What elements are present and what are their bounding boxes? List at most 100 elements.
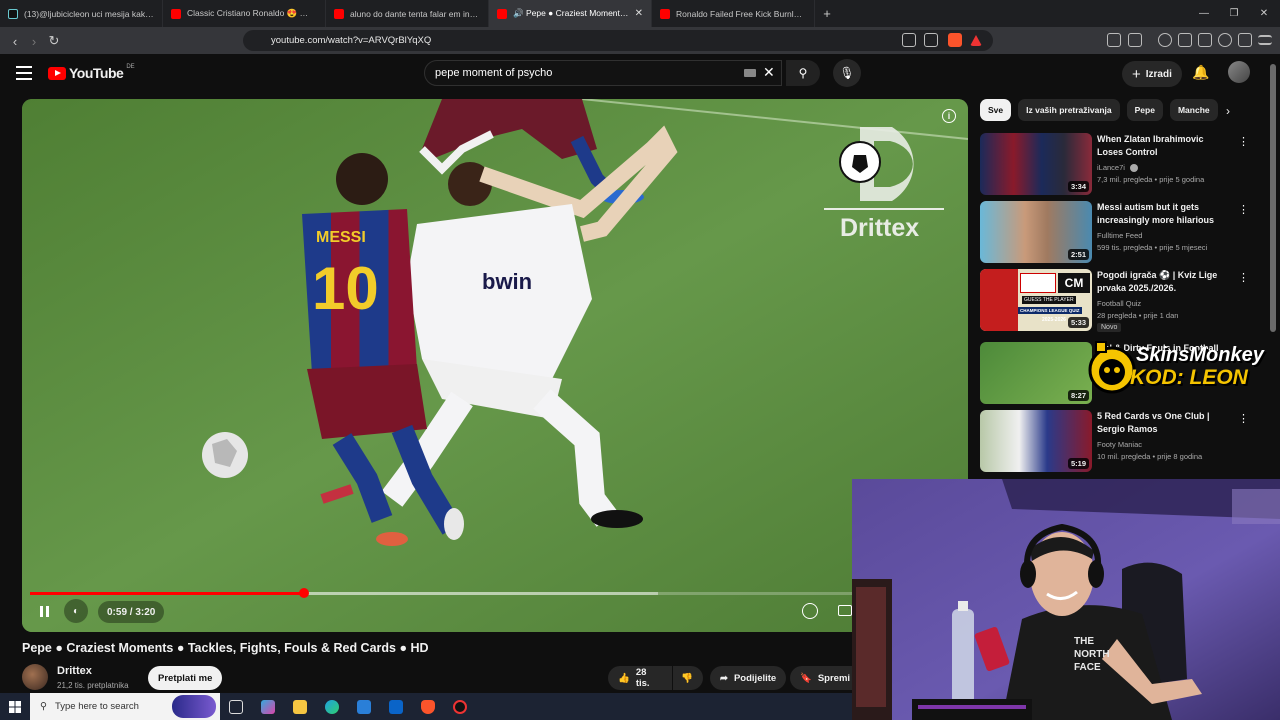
task-view-icon[interactable] (220, 693, 252, 720)
page-scrollbar[interactable] (1270, 64, 1276, 332)
browser-tab[interactable]: Ronaldo Failed Free Kick Burnley - Yo (652, 0, 815, 27)
voice-search-button[interactable]: 🎙 (833, 59, 861, 87)
video-thumbnail[interactable]: 8:27 (980, 342, 1092, 404)
edge-icon[interactable] (316, 693, 348, 720)
notifications-bell-icon[interactable]: 🔔 (1192, 64, 1209, 81)
music-icon[interactable] (1158, 33, 1172, 47)
chip-from-searches[interactable]: Iz vaših pretraživanja (1018, 99, 1120, 121)
share-button[interactable]: ➦ Podijelite (710, 666, 787, 690)
restore-icon[interactable]: ❐ (1218, 0, 1250, 27)
keyboard-icon[interactable] (744, 69, 756, 77)
browser-tab[interactable]: (13)@ljubicicleon uci mesija kako da (0, 0, 163, 27)
thumbs-down-icon: 👎 (681, 672, 693, 684)
channel-avatar[interactable] (22, 664, 48, 690)
browser-tab[interactable]: Classic Cristiano Ronaldo 😍 👈 - Yo (163, 0, 326, 27)
video-player[interactable]: bwin MESSI 10 Drittex i ◐ 0:59 / 3:20 (22, 99, 968, 632)
more-options-icon[interactable]: ⋮ (1238, 135, 1249, 148)
reload-icon[interactable]: ↻ (45, 32, 63, 50)
search-input[interactable]: pepe moment of psycho (424, 60, 782, 86)
video-title: Pepe ● Craziest Moments ● Tackles, Fight… (22, 641, 429, 655)
new-tab-button[interactable]: + (815, 6, 839, 21)
vpn-icon[interactable] (1238, 33, 1252, 47)
account-avatar[interactable] (1228, 61, 1250, 83)
youtube-logo[interactable]: YouTube DE (48, 64, 135, 81)
minimize-icon[interactable]: — (1188, 0, 1220, 27)
recommendation-channel: Footy Maniac (1097, 440, 1143, 449)
brave-shield-icon[interactable] (948, 33, 962, 47)
guide-menu-icon[interactable] (16, 66, 32, 80)
url-field[interactable]: youtube.com/watch?v=ARVQrBlYqXQ (243, 30, 993, 51)
england-flag-icon (1020, 273, 1056, 293)
recommendation-title[interactable]: Messi autism but it gets increasingly mo… (1097, 201, 1232, 227)
screenshot-icon[interactable] (1128, 33, 1142, 47)
autoplay-toggle[interactable] (802, 603, 818, 619)
time-display: 0:59 / 3:20 (98, 601, 165, 623)
chip-pepe[interactable]: Pepe (1126, 99, 1163, 121)
volume-button[interactable]: ◐ (64, 599, 88, 623)
video-thumbnail[interactable]: CM GUESS THE PLAYER CHAMPIONS LEAGUE QUI… (980, 269, 1092, 331)
recommendation-item[interactable]: 2:51 Messi autism but it gets increasing… (980, 201, 1250, 263)
cast-icon[interactable] (902, 33, 916, 47)
file-explorer-icon[interactable] (284, 693, 316, 720)
chevron-right-icon[interactable]: › (1226, 104, 1230, 118)
browser-menu-icon[interactable] (1258, 35, 1272, 45)
recommendation-title[interactable]: When Zlatan Ibrahimovic Loses Control (1097, 133, 1232, 159)
logo-wordmark: YouTube (69, 65, 124, 81)
close-window-icon[interactable]: ✕ (1248, 0, 1280, 27)
create-button[interactable]: + Izradi (1122, 61, 1182, 87)
tab-title: 🔊 Pepe ● Craziest Moments ● T (513, 8, 629, 18)
extensions-icon[interactable] (1107, 33, 1121, 47)
browser-tab[interactable]: aluno do dante tenta falar em inglês (326, 0, 489, 27)
share-icon[interactable] (924, 33, 938, 47)
recommendation-item[interactable]: 3:34 When Zlatan Ibrahimovic Loses Contr… (980, 133, 1250, 195)
video-thumbnail[interactable]: 5:19 (980, 410, 1092, 472)
start-button[interactable] (0, 700, 30, 713)
search-button[interactable]: ⚲ (786, 60, 820, 86)
subtitles-icon[interactable] (838, 605, 852, 616)
copilot-icon[interactable] (252, 693, 284, 720)
recommendation-item[interactable]: CM GUESS THE PLAYER CHAMPIONS LEAGUE QUI… (980, 269, 1250, 332)
app-icon[interactable] (444, 693, 476, 720)
chip-all[interactable]: Sve (980, 99, 1012, 121)
recommendation-title[interactable]: 5 Red Cards vs One Club | Sergio Ramos (1097, 410, 1232, 436)
channel-name[interactable]: Drittex (57, 665, 92, 677)
microsoft-store-icon[interactable] (348, 693, 380, 720)
dislike-button[interactable]: 👎 (673, 666, 703, 690)
more-options-icon[interactable]: ⋮ (1238, 271, 1249, 284)
brave-browser-icon[interactable] (412, 693, 444, 720)
outlook-icon[interactable] (380, 693, 412, 720)
taskbar-search-input[interactable]: ⚲ Type here to search (30, 693, 220, 720)
youtube-masthead: YouTube DE pepe moment of psycho ✕ ⚲ 🎙 +… (0, 54, 1280, 94)
video-thumbnail[interactable]: 2:51 (980, 201, 1092, 263)
more-options-icon[interactable]: ⋮ (1238, 412, 1249, 425)
chip-manchester[interactable]: Manche (1169, 99, 1218, 121)
wallet-icon[interactable] (1198, 33, 1212, 47)
forward-icon[interactable]: › (25, 32, 43, 50)
progress-bar[interactable] (30, 588, 960, 598)
browser-tab-active[interactable]: 🔊 Pepe ● Craziest Moments ● T ✕ (489, 0, 652, 27)
video-thumbnail[interactable]: 3:34 (980, 133, 1092, 195)
sidebar-icon[interactable] (1178, 33, 1192, 47)
like-button[interactable]: 👍 28 tis. (608, 666, 672, 690)
youtube-play-icon (48, 66, 66, 80)
info-icon[interactable]: i (942, 109, 956, 123)
leo-icon[interactable] (1218, 33, 1232, 47)
brave-rewards-icon[interactable] (970, 35, 982, 46)
close-tab-icon[interactable]: ✕ (635, 8, 643, 19)
tab-title: Ronaldo Failed Free Kick Burnley - Yo (676, 8, 806, 19)
clear-search-icon[interactable]: ✕ (763, 64, 775, 81)
thumb-position-label: CM (1058, 273, 1090, 293)
duration-badge: 3:34 (1067, 181, 1089, 192)
share-arrow-icon: ➦ (720, 672, 728, 684)
save-button[interactable]: 🔖 Spremi (790, 666, 852, 690)
duration-badge: 8:27 (1067, 390, 1089, 401)
messi-shirt-number: 10 (312, 255, 379, 322)
verified-icon (1130, 164, 1139, 173)
back-icon[interactable]: ‹ (6, 32, 24, 50)
youtube-icon (334, 8, 344, 19)
subscribe-button[interactable]: Pretplati me (148, 666, 223, 690)
recommendation-item[interactable]: 5:19 5 Red Cards vs One Club | Sergio Ra… (980, 410, 1250, 472)
pause-button[interactable] (32, 599, 56, 623)
more-options-icon[interactable]: ⋮ (1238, 203, 1249, 216)
recommendation-title[interactable]: Pogodi igrača ⚽ | Kviz Lige prvaka 2025.… (1097, 269, 1232, 295)
